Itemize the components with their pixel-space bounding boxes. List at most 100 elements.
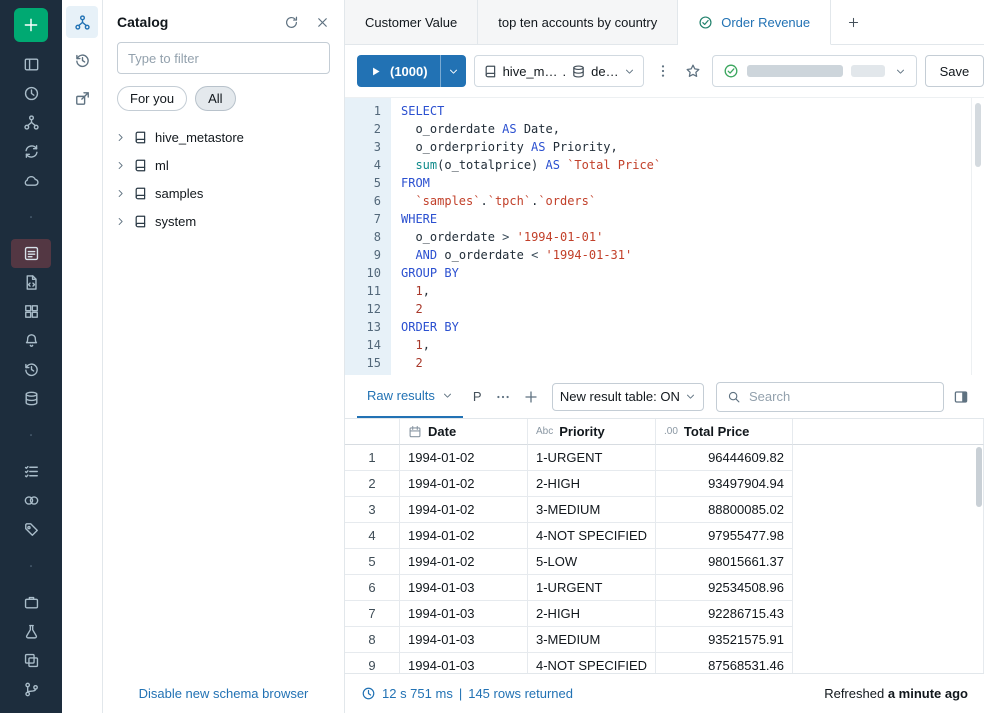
- sidebar-item-data-ingestion[interactable]: [11, 457, 51, 486]
- clipped-results-tab[interactable]: P: [473, 389, 486, 404]
- tree-item-samples[interactable]: samples: [103, 179, 344, 207]
- run-button-main[interactable]: (1000): [357, 55, 440, 87]
- cell-priority: 2-HIGH: [528, 601, 656, 627]
- tree-item-ml[interactable]: ml: [103, 151, 344, 179]
- run-button[interactable]: (1000): [357, 55, 466, 87]
- sidebar-item-experiments[interactable]: [11, 617, 51, 646]
- editor-scrollbar[interactable]: [975, 103, 981, 167]
- sql-editor[interactable]: 123456789101112131415 SELECT o_orderdate…: [345, 97, 984, 375]
- tab-top-ten-accounts-by-country[interactable]: top ten accounts by country: [478, 0, 678, 44]
- filter-pill-for-you[interactable]: For you: [117, 86, 187, 111]
- warehouse-selector[interactable]: [712, 55, 917, 87]
- raw-results-tab[interactable]: Raw results: [357, 375, 463, 418]
- catalog-schema-selector[interactable]: hive_m… . de…: [474, 55, 644, 87]
- row-number-header[interactable]: [345, 419, 400, 445]
- run-options-caret[interactable]: [440, 55, 466, 87]
- sidebar-item-query-history[interactable]: [11, 355, 51, 384]
- new-result-table-toggle[interactable]: New result table: ON: [552, 383, 704, 411]
- table-row[interactable]: 4 1994-01-02 4-NOT SPECIFIED 97955477.98: [345, 523, 984, 549]
- chevron-down-icon: [895, 66, 906, 77]
- table-row[interactable]: 7 1994-01-03 2-HIGH 92286715.43: [345, 601, 984, 627]
- partner-connect-icon: [23, 521, 40, 538]
- sidebar-item-workspace[interactable]: [11, 50, 51, 79]
- results-search[interactable]: [716, 382, 944, 412]
- catalog-filter[interactable]: [117, 42, 330, 74]
- line-number: 5: [345, 174, 381, 192]
- panel-rail-item-schema-browser[interactable]: [66, 6, 98, 38]
- line-number: 11: [345, 282, 381, 300]
- editor-tabbar: Customer Value top ten accounts by count…: [345, 0, 984, 45]
- cell-priority: 3-MEDIUM: [528, 627, 656, 653]
- sidebar-item-partner-connect[interactable]: [11, 515, 51, 544]
- row-number: 6: [345, 575, 400, 601]
- tree-item-label: system: [155, 214, 196, 229]
- refresh-icon[interactable]: [284, 15, 299, 30]
- query-kebab-menu-icon[interactable]: [652, 60, 674, 82]
- column-header-date[interactable]: Date: [400, 419, 528, 445]
- sidebar-item-catalog[interactable]: [11, 108, 51, 137]
- column-header-priority[interactable]: Abc Priority: [528, 419, 656, 445]
- tab-customer-value[interactable]: Customer Value: [345, 0, 478, 44]
- sidebar-item-sql-editor[interactable]: [11, 239, 51, 268]
- new-button[interactable]: [14, 8, 48, 42]
- table-row[interactable]: 2 1994-01-02 2-HIGH 93497904.94: [345, 471, 984, 497]
- table-row[interactable]: 8 1994-01-03 3-MEDIUM 93521575.91: [345, 627, 984, 653]
- sidebar-item-alerts[interactable]: [11, 326, 51, 355]
- rows-returned: 145 rows returned: [468, 686, 573, 701]
- favorite-star-icon[interactable]: [682, 60, 704, 82]
- code-line: 2: [401, 354, 984, 372]
- add-visualization-button[interactable]: [520, 386, 542, 408]
- tree-item-system[interactable]: system: [103, 207, 344, 235]
- row-number: 4: [345, 523, 400, 549]
- table-row[interactable]: 9 1994-01-03 4-NOT SPECIFIED 87568531.46: [345, 653, 984, 673]
- disable-schema-browser-link[interactable]: Disable new schema browser: [139, 686, 309, 701]
- catalog-filter-input[interactable]: [128, 51, 319, 66]
- tab-order-revenue[interactable]: Order Revenue: [678, 0, 831, 45]
- table-row[interactable]: 3 1994-01-02 3-MEDIUM 88800085.02: [345, 497, 984, 523]
- code-line: GROUP BY: [401, 264, 984, 282]
- code-area[interactable]: SELECT o_orderdate AS Date, o_orderprior…: [391, 98, 984, 375]
- sidebar-item-delta-live-tables[interactable]: [11, 486, 51, 515]
- sidebar-item-workflows[interactable]: [11, 137, 51, 166]
- table-row[interactable]: 5 1994-01-02 5-LOW 98015661.37: [345, 549, 984, 575]
- query-execution-status[interactable]: 12 s 751 ms | 145 rows returned: [361, 686, 573, 701]
- table-row[interactable]: 6 1994-01-03 1-URGENT 92534508.96: [345, 575, 984, 601]
- new-result-table-label: New result table: ON: [560, 389, 680, 404]
- line-number: 3: [345, 138, 381, 156]
- row-number: 7: [345, 601, 400, 627]
- workspace-icon: [23, 56, 40, 73]
- chevron-down-icon: [624, 66, 635, 77]
- code-line: FROM: [401, 174, 984, 192]
- code-line: sum(o_totalprice) AS `Total Price`: [401, 156, 984, 174]
- cell-total-price: 96444609.82: [656, 445, 793, 471]
- tab-label: top ten accounts by country: [498, 15, 657, 30]
- results-more-icon[interactable]: [492, 386, 514, 408]
- tree-item-hive-metastore[interactable]: hive_metastore: [103, 123, 344, 151]
- sidebar-item-model-registry[interactable]: [11, 675, 51, 704]
- cell-date: 1994-01-03: [400, 601, 528, 627]
- cell-priority: 3-MEDIUM: [528, 497, 656, 523]
- sidebar-item-sql-warehouses[interactable]: [11, 384, 51, 413]
- sidebar-item-queries[interactable]: [11, 268, 51, 297]
- code-line: 1,: [401, 282, 984, 300]
- save-button[interactable]: Save: [925, 55, 984, 87]
- sidebar-item-compute[interactable]: [11, 166, 51, 195]
- cell-date: 1994-01-02: [400, 445, 528, 471]
- sidebar-item-feature-store[interactable]: [11, 646, 51, 675]
- add-tab-button[interactable]: [831, 0, 875, 44]
- side-panel-toggle-icon[interactable]: [950, 386, 972, 408]
- paste-query-icon: [74, 90, 91, 107]
- results-search-input[interactable]: [749, 389, 933, 404]
- table-scrollbar[interactable]: [976, 447, 982, 507]
- cell-priority: 4-NOT SPECIFIED: [528, 523, 656, 549]
- sidebar-item-recents[interactable]: [11, 79, 51, 108]
- sidebar-item-job-runs[interactable]: [11, 588, 51, 617]
- column-header-total-price[interactable]: .00 Total Price: [656, 419, 793, 445]
- panel-rail-item-paste-query[interactable]: [66, 82, 98, 114]
- sidebar-divider-dot: [26, 195, 36, 239]
- table-row[interactable]: 1 1994-01-02 1-URGENT 96444609.82: [345, 445, 984, 471]
- close-icon[interactable]: [315, 15, 330, 30]
- filter-pill-all[interactable]: All: [195, 86, 235, 111]
- panel-rail-item-query-history[interactable]: [66, 44, 98, 76]
- sidebar-item-dashboards[interactable]: [11, 297, 51, 326]
